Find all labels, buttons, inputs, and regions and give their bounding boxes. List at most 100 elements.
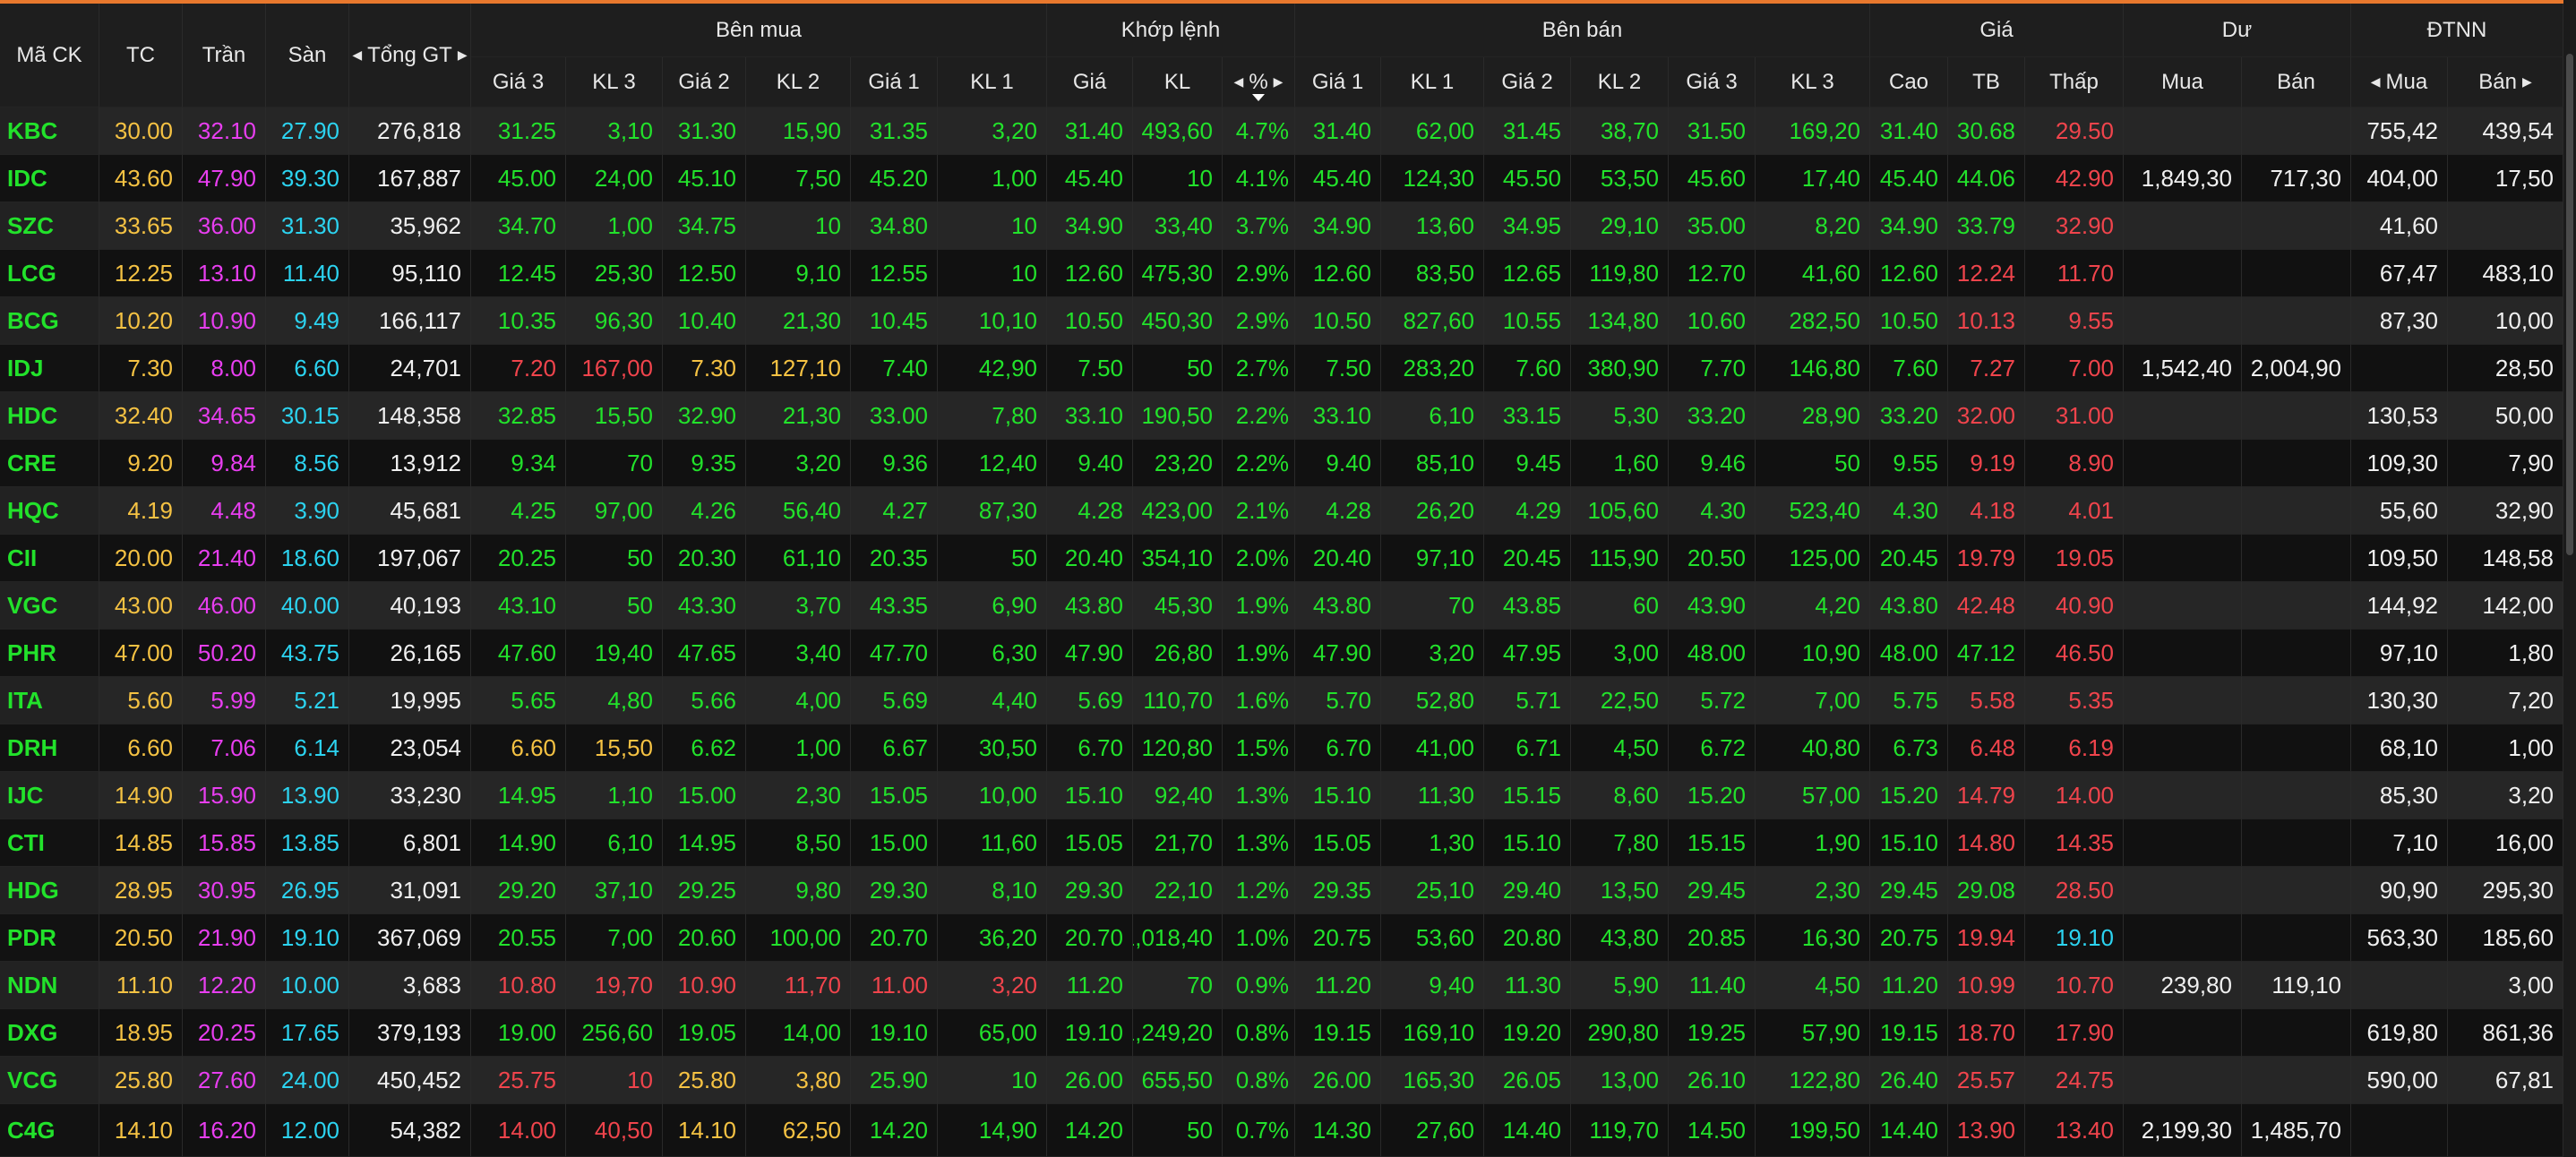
stock-row-dxg-bkl2: 14,00 bbox=[746, 1009, 851, 1057]
caret-left-icon[interactable]: ◀ bbox=[352, 47, 362, 63]
sort-desc-icon[interactable] bbox=[1252, 94, 1265, 101]
caret-left-icon[interactable]: ◀ bbox=[2371, 74, 2381, 90]
stock-row-dxg-dban bbox=[2242, 1009, 2351, 1057]
stock-row-hdg-skl2: 13,50 bbox=[1571, 867, 1669, 914]
stock-row-kbc-fban: 439,54 bbox=[2448, 107, 2563, 155]
stock-row-kbc-tc: 30.00 bbox=[99, 107, 183, 155]
stock-row-c4g-sym[interactable]: C4G bbox=[0, 1104, 99, 1157]
stock-row-drh-sym[interactable]: DRH bbox=[0, 724, 99, 772]
stock-row-hdc-sym[interactable]: HDC bbox=[0, 392, 99, 440]
header-dtnn: ĐTNN bbox=[2351, 4, 2563, 57]
sub-du-mua[interactable]: Mua bbox=[2124, 57, 2242, 107]
stock-row-dxg-sym[interactable]: DXG bbox=[0, 1009, 99, 1057]
caret-right-icon[interactable]: ▶ bbox=[1274, 74, 1284, 90]
stock-row-idc-sym[interactable]: IDC bbox=[0, 155, 99, 202]
scrollbar-thumb[interactable] bbox=[2566, 54, 2573, 555]
sub-tb[interactable]: TB bbox=[1948, 57, 2025, 107]
sub-thap[interactable]: Thấp bbox=[2025, 57, 2124, 107]
stock-row-ita-b3: 5.65 bbox=[471, 677, 566, 724]
stock-row-cii-sym[interactable]: CII bbox=[0, 535, 99, 582]
header-tong-gt[interactable]: ◀ Tổng GT ▶ bbox=[349, 4, 471, 107]
sub-ban-kl-1[interactable]: KL 1 bbox=[1381, 57, 1484, 107]
sub-match-pct[interactable]: ◀% ▶ bbox=[1223, 57, 1295, 107]
stock-row-ndn-sym[interactable]: NDN bbox=[0, 962, 99, 1009]
stock-row-phr-sym[interactable]: PHR bbox=[0, 630, 99, 677]
stock-row-ndn-fban-text: 3,00 bbox=[2508, 971, 2554, 998]
stock-row-phr-dban bbox=[2242, 630, 2351, 677]
sub-dtnn-mua[interactable]: ◀ Mua bbox=[2351, 57, 2448, 107]
stock-row-ita-skl1-text: 52,80 bbox=[1415, 686, 1474, 714]
header-ma-ck[interactable]: Mã CK bbox=[0, 4, 99, 107]
sub-gia-2[interactable]: Giá 2 bbox=[663, 57, 746, 107]
stock-row-drh-fban-text: 1,00 bbox=[2508, 733, 2554, 761]
stock-row-hqc-mkl-text: 423,00 bbox=[1141, 496, 1213, 524]
caret-left-icon[interactable]: ◀ bbox=[1234, 74, 1244, 90]
stock-row-hqc-san: 3.90 bbox=[266, 487, 349, 535]
caret-right-icon[interactable]: ▶ bbox=[2522, 74, 2532, 90]
stock-row-cre-sym[interactable]: CRE bbox=[0, 440, 99, 487]
sub-dtnn-ban[interactable]: Bán ▶ bbox=[2448, 57, 2563, 107]
stock-row-pdr-sym[interactable]: PDR bbox=[0, 914, 99, 962]
sub-gia-3[interactable]: Giá 3 bbox=[471, 57, 566, 107]
stock-row-hdg-bkl2: 9,80 bbox=[746, 867, 851, 914]
stock-row-ndn-s2-text: 11.30 bbox=[1504, 971, 1561, 998]
stock-row-dxg-skl1: 169,10 bbox=[1381, 1009, 1484, 1057]
stock-row-cre-cao-text: 9.55 bbox=[1893, 449, 1938, 476]
stock-row-bcg-skl2: 134,80 bbox=[1571, 297, 1669, 345]
stock-row-hdg-sym[interactable]: HDG bbox=[0, 867, 99, 914]
sub-kl-1[interactable]: KL 1 bbox=[938, 57, 1047, 107]
sub-match-kl[interactable]: KL bbox=[1133, 57, 1223, 107]
stock-row-bcg-s3: 10.60 bbox=[1669, 297, 1756, 345]
stock-row-vcg-sym[interactable]: VCG bbox=[0, 1057, 99, 1104]
header-ben-ban-text: Bên bán bbox=[1541, 17, 1623, 42]
stock-row-phr-pct-text: 1.9% bbox=[1235, 638, 1289, 666]
header-tran[interactable]: Trần bbox=[183, 4, 266, 107]
stock-row-bcg-s1: 10.50 bbox=[1295, 297, 1381, 345]
sub-kl-2[interactable]: KL 2 bbox=[746, 57, 851, 107]
stock-row-hqc-skl1: 26,20 bbox=[1381, 487, 1484, 535]
stock-row-lcg-sym[interactable]: LCG bbox=[0, 250, 99, 297]
stock-row-ndn-tb: 10.99 bbox=[1948, 962, 2025, 1009]
stock-row-bcg-mg: 10.50 bbox=[1047, 297, 1133, 345]
stock-row-kbc-sym[interactable]: KBC bbox=[0, 107, 99, 155]
stock-row-pdr-b1: 20.70 bbox=[851, 914, 938, 962]
stock-row-ijc-dmua bbox=[2124, 772, 2242, 819]
stock-row-cti-sym[interactable]: CTI bbox=[0, 819, 99, 867]
sub-ban-kl-2[interactable]: KL 2 bbox=[1571, 57, 1669, 107]
stock-row-ndn-pct: 0.9% bbox=[1223, 962, 1295, 1009]
stock-row-hdg-thap-text: 28.50 bbox=[2055, 876, 2114, 904]
sub-ban-gia-3[interactable]: Giá 3 bbox=[1669, 57, 1756, 107]
caret-right-icon[interactable]: ▶ bbox=[458, 47, 468, 63]
stock-row-ndn-skl2: 5,90 bbox=[1571, 962, 1669, 1009]
stock-row-dxg-tc: 18.95 bbox=[99, 1009, 183, 1057]
sub-kl-3[interactable]: KL 3 bbox=[566, 57, 663, 107]
stock-row-hqc-tong-text: 45,681 bbox=[390, 496, 461, 524]
sub-match-gia[interactable]: Giá bbox=[1047, 57, 1133, 107]
stock-row-ita-sym[interactable]: ITA bbox=[0, 677, 99, 724]
stock-row-idc-skl1-text: 124,30 bbox=[1403, 164, 1474, 192]
sub-cao[interactable]: Cao bbox=[1870, 57, 1948, 107]
header-tc[interactable]: TC bbox=[99, 4, 183, 107]
stock-row-phr-b2-text: 47.65 bbox=[677, 638, 736, 666]
stock-row-pdr-b2: 20.60 bbox=[663, 914, 746, 962]
stock-row-phr-tran: 50.20 bbox=[183, 630, 266, 677]
sub-ban-kl-3-text: KL 3 bbox=[1790, 69, 1834, 94]
header-san[interactable]: Sàn bbox=[266, 4, 349, 107]
sub-gia-1[interactable]: Giá 1 bbox=[851, 57, 938, 107]
stock-row-dxg-b3: 19.00 bbox=[471, 1009, 566, 1057]
sub-ban-gia-2[interactable]: Giá 2 bbox=[1484, 57, 1571, 107]
stock-row-hdc-skl3: 28,90 bbox=[1756, 392, 1870, 440]
stock-row-idj-b1-text: 7.40 bbox=[882, 354, 928, 381]
sub-du-ban[interactable]: Bán bbox=[2242, 57, 2351, 107]
stock-row-hqc-sym[interactable]: HQC bbox=[0, 487, 99, 535]
vertical-scrollbar[interactable] bbox=[2563, 0, 2576, 1157]
stock-row-bcg-bkl1: 10,10 bbox=[938, 297, 1047, 345]
stock-row-ijc-sym[interactable]: IJC bbox=[0, 772, 99, 819]
stock-row-szc-sym[interactable]: SZC bbox=[0, 202, 99, 250]
stock-row-vgc-sym[interactable]: VGC bbox=[0, 582, 99, 630]
stock-row-bcg-sym[interactable]: BCG bbox=[0, 297, 99, 345]
sub-ban-kl-3[interactable]: KL 3 bbox=[1756, 57, 1870, 107]
stock-row-cti-tc: 14.85 bbox=[99, 819, 183, 867]
sub-ban-gia-1[interactable]: Giá 1 bbox=[1295, 57, 1381, 107]
stock-row-idj-sym[interactable]: IDJ bbox=[0, 345, 99, 392]
